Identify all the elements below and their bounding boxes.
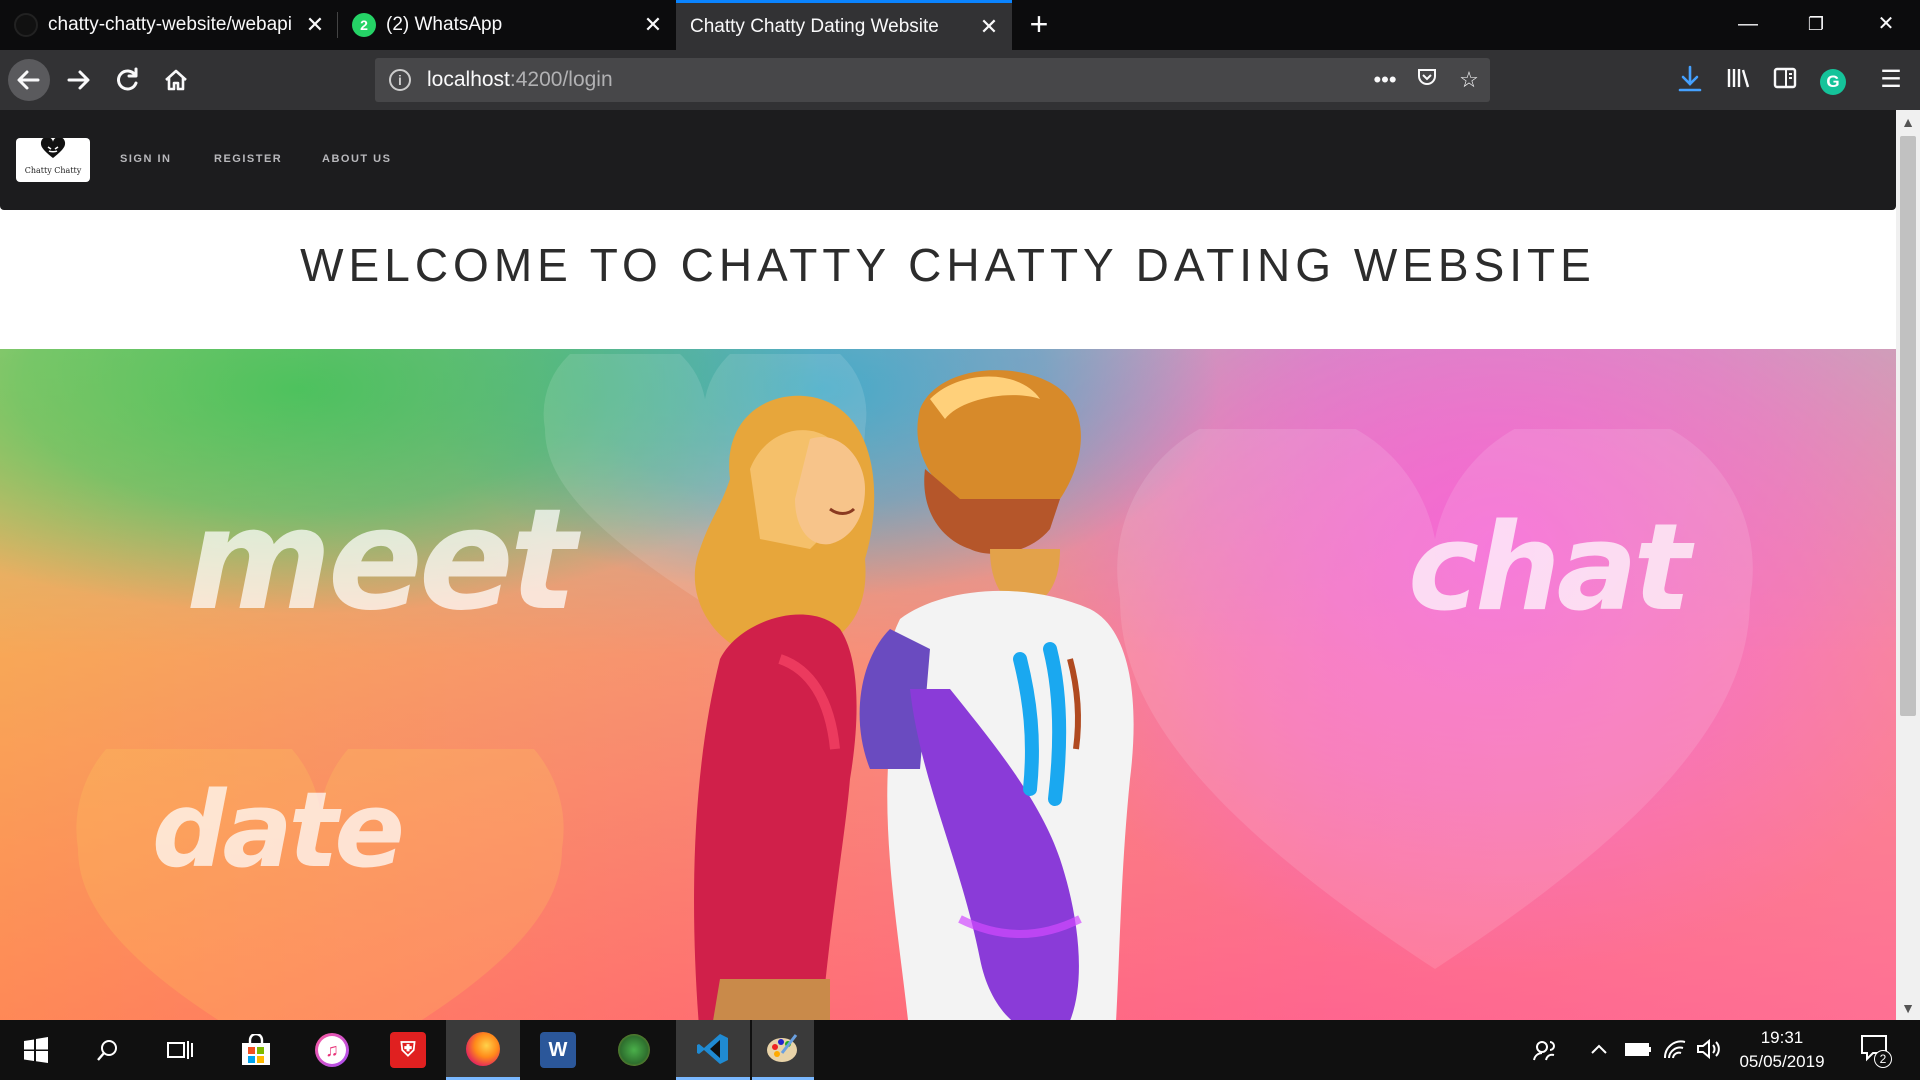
tab-title: chatty-chatty-website/webapi (48, 14, 292, 35)
paint-icon[interactable] (752, 1020, 814, 1080)
library-icon[interactable] (1720, 64, 1756, 96)
register-link[interactable]: REGISTER (214, 153, 282, 165)
page-title: WELCOME TO CHATTY CHATTY DATING WEBSITE (300, 239, 1596, 291)
forward-button[interactable] (58, 59, 100, 101)
scroll-down-icon[interactable]: ▼ (1896, 996, 1920, 1020)
app-icon[interactable] (604, 1020, 664, 1080)
sidebar-icon[interactable] (1767, 64, 1803, 96)
couple-image (694, 370, 1134, 1020)
site-navbar: Chatty Chatty SIGN IN REGISTER ABOUT US (0, 110, 1896, 210)
home-icon (165, 69, 187, 91)
scroll-up-icon[interactable]: ▲ (1896, 110, 1920, 134)
tab-github[interactable]: chatty-chatty-website/webapi ✕ (0, 0, 338, 50)
grammarly-icon[interactable]: G (1815, 64, 1851, 96)
pocket-icon[interactable] (1406, 65, 1448, 95)
downloads-icon[interactable] (1672, 64, 1708, 96)
url-text[interactable]: localhost:4200/login (427, 68, 1364, 92)
navigation-toolbar: i localhost:4200/login ••• ☆ G ☰ (0, 50, 1920, 110)
battery-icon[interactable] (1624, 1038, 1652, 1066)
word-icon[interactable]: W (528, 1020, 588, 1080)
shield-app-icon[interactable]: ⛨ (378, 1020, 438, 1080)
start-icon[interactable] (6, 1020, 66, 1080)
url-path: :4200/login (509, 68, 613, 91)
whatsapp-icon: 2 (352, 13, 376, 37)
vscode-icon[interactable] (676, 1020, 750, 1080)
page-viewport: Chatty Chatty SIGN IN REGISTER ABOUT US … (0, 110, 1896, 1020)
github-icon (14, 13, 38, 37)
windows-taskbar: ♫ ⛨ W 19:31 05/05/2019 2 (0, 1020, 1920, 1080)
tab-title: Chatty Chatty Dating Website (690, 15, 939, 37)
reload-button[interactable] (107, 59, 149, 101)
restore-button[interactable]: ❐ (1782, 0, 1850, 50)
task-view-icon[interactable] (150, 1020, 210, 1080)
forward-arrow-icon (67, 70, 90, 90)
reload-icon (117, 67, 138, 91)
url-host: localhost (427, 68, 510, 91)
back-arrow-icon (17, 70, 40, 90)
hero-banner: meet chat date (0, 349, 1896, 1020)
tab-whatsapp[interactable]: 2 (2) WhatsApp ✕ (338, 0, 676, 50)
info-icon[interactable]: i (389, 69, 411, 91)
notification-count: 2 (1874, 1050, 1892, 1068)
store-icon[interactable] (226, 1020, 286, 1080)
clock-time: 19:31 (1760, 1028, 1804, 1047)
logo-text: Chatty Chatty (24, 166, 82, 175)
people-icon[interactable] (1532, 1038, 1558, 1068)
itunes-icon[interactable]: ♫ (302, 1020, 362, 1080)
home-button[interactable] (155, 59, 197, 101)
menu-icon[interactable]: ☰ (1873, 64, 1909, 96)
sign-in-link[interactable]: SIGN IN (120, 153, 171, 165)
close-window-button[interactable]: ✕ (1852, 0, 1920, 50)
tab-chatty[interactable]: Chatty Chatty Dating Website ✕ (676, 0, 1012, 50)
address-bar[interactable]: i localhost:4200/login ••• ☆ (375, 58, 1490, 102)
close-icon[interactable]: ✕ (300, 12, 330, 38)
wifi-icon[interactable] (1662, 1038, 1688, 1066)
system-clock[interactable]: 19:31 05/05/2019 (1722, 1026, 1842, 1074)
about-us-link[interactable]: ABOUT US (322, 153, 391, 165)
page-actions-icon[interactable]: ••• (1364, 67, 1406, 93)
tab-strip: chatty-chatty-website/webapi ✕ 2 (2) Wha… (0, 0, 1920, 50)
clock-date: 05/05/2019 (1739, 1052, 1825, 1071)
close-icon[interactable]: ✕ (974, 14, 1004, 40)
heart-logo-icon (16, 136, 90, 166)
hero-word-chat: chat (1408, 499, 1691, 638)
vertical-scrollbar[interactable]: ▲ ▼ (1896, 110, 1920, 1020)
volume-icon[interactable] (1696, 1038, 1722, 1066)
hero-word-date: date (152, 769, 405, 891)
scrollbar-thumb[interactable] (1900, 136, 1916, 716)
search-icon[interactable] (78, 1020, 138, 1080)
bookmark-star-icon[interactable]: ☆ (1448, 67, 1490, 93)
site-logo[interactable]: Chatty Chatty (16, 136, 90, 182)
back-button[interactable] (8, 59, 50, 101)
firefox-icon[interactable] (446, 1020, 520, 1080)
chevron-up-icon[interactable] (1588, 1038, 1610, 1066)
tab-title: (2) WhatsApp (386, 14, 503, 35)
close-icon[interactable]: ✕ (638, 12, 668, 38)
minimize-button[interactable]: — (1714, 0, 1782, 50)
notification-center-icon[interactable]: 2 (1856, 1032, 1892, 1068)
hero-word-meet: meet (186, 479, 577, 642)
new-tab-button[interactable]: + (1022, 6, 1056, 42)
